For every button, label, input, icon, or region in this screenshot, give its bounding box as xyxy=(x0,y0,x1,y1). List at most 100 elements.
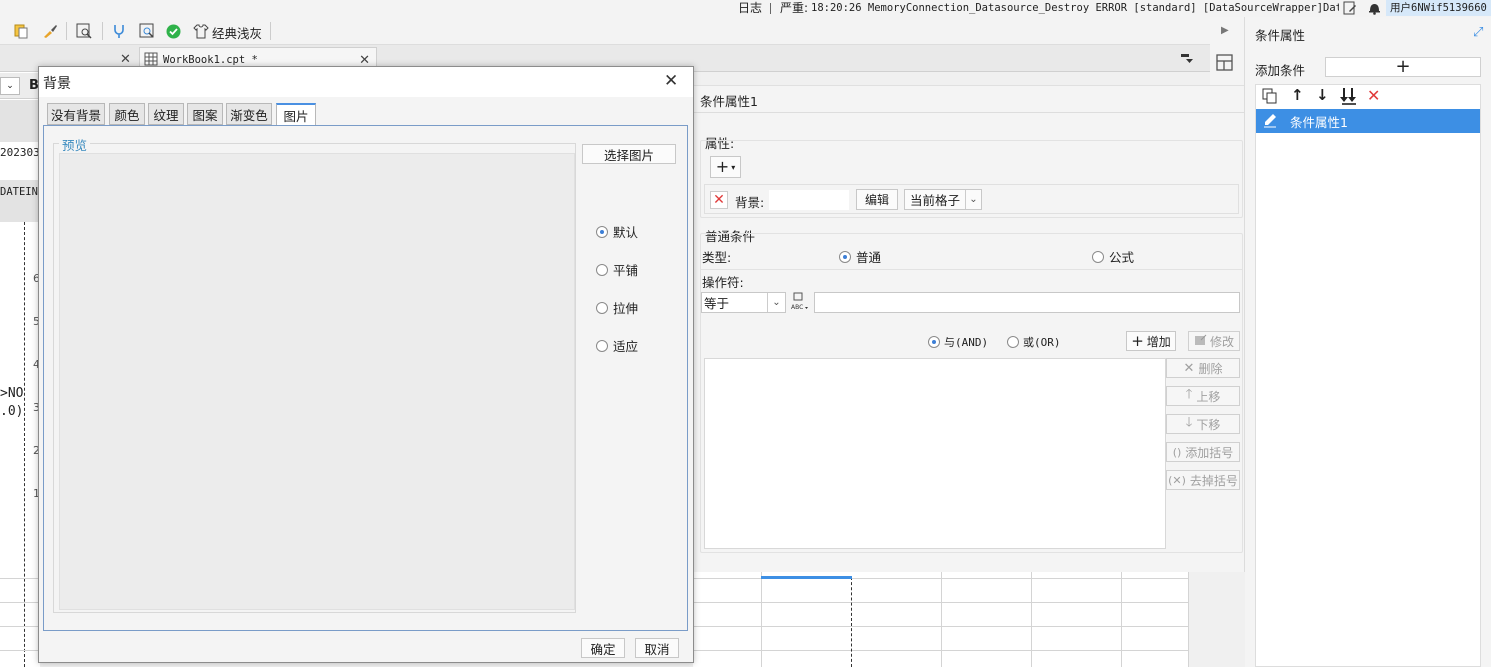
background-swatch xyxy=(769,190,849,210)
dialog-titlebar xyxy=(39,67,693,97)
edit-background-button[interactable]: 编辑 xyxy=(856,189,898,210)
log-link[interactable]: 日志 xyxy=(738,0,762,16)
radio-button xyxy=(596,225,608,238)
delete-icon[interactable]: ✕ xyxy=(1367,86,1380,105)
condition-item-selected[interactable]: 条件属性1 xyxy=(1256,109,1480,133)
tab-texture[interactable]: 纹理 xyxy=(148,103,184,125)
layout-option-default[interactable]: 默认 xyxy=(596,222,638,241)
paste-icon[interactable] xyxy=(14,23,28,39)
delete-condition-button[interactable]: ✕ 删除 xyxy=(1166,358,1240,378)
layout-option-tile[interactable]: 平铺 xyxy=(596,260,638,279)
dialog-close-icon[interactable]: ✕ xyxy=(664,71,678,91)
radio-button xyxy=(928,336,940,348)
add-condition-button[interactable]: + 增加 xyxy=(1126,331,1176,351)
move-bottom-icon[interactable] xyxy=(1340,87,1358,105)
operator-value-input[interactable] xyxy=(814,292,1240,313)
modify-condition-button[interactable]: 修改 xyxy=(1188,331,1240,351)
user-account[interactable]: 用户6NWif5139660 xyxy=(1386,0,1491,16)
sheet-cell[interactable]: DATEIN xyxy=(0,186,38,198)
type-radio-normal[interactable]: 普通 xyxy=(839,247,881,266)
condition-header: 条件属性1 xyxy=(700,94,758,109)
arrow-down-icon[interactable]: ↓ xyxy=(1316,86,1329,104)
bell-icon[interactable] xyxy=(1368,1,1381,15)
add-attribute-button[interactable]: + ▾ xyxy=(710,156,741,178)
sheet-gridline xyxy=(941,572,942,667)
condition-list-panel xyxy=(1255,84,1481,667)
or-radio[interactable]: 或(OR) xyxy=(1007,334,1061,350)
layout-option-label: 默认 xyxy=(613,225,639,240)
toolbar-separator xyxy=(270,22,271,40)
scope-select[interactable]: 当前格子 ⌄ xyxy=(904,189,982,210)
preview-icon[interactable] xyxy=(76,23,92,39)
shirt-icon xyxy=(193,23,209,42)
status-severity: 严重: xyxy=(780,1,809,15)
condition-list[interactable] xyxy=(704,358,1166,549)
scope-select-value: 当前格子 xyxy=(910,193,961,208)
add-condition-plus-button[interactable]: + xyxy=(1325,57,1481,77)
layout-option-fit[interactable]: 适应 xyxy=(596,336,638,355)
search-data-icon[interactable] xyxy=(139,23,155,39)
sheet-gridline xyxy=(761,572,762,667)
type-divider xyxy=(700,269,1243,270)
sheet-cell[interactable]: >NO xyxy=(0,386,23,401)
sheet-header-band xyxy=(0,100,40,142)
layout-option-stretch[interactable]: 拉伸 xyxy=(596,298,638,317)
arrow-up-icon: 🡑 xyxy=(1185,387,1193,402)
plugin-icon[interactable] xyxy=(111,23,127,39)
copy-icon[interactable] xyxy=(1262,88,1278,104)
cancel-button[interactable]: 取消 xyxy=(635,638,679,658)
and-label: 与(AND) xyxy=(944,336,989,349)
operator-value: 等于 xyxy=(704,296,730,311)
collapse-arrow-icon[interactable]: ▶ xyxy=(1221,25,1229,36)
remove-bracket-label: 去掉括号 xyxy=(1189,473,1238,488)
move-up-button[interactable]: 🡑 上移 xyxy=(1166,386,1240,406)
tab-no-background[interactable]: 没有背景 xyxy=(47,103,105,125)
type-radio-formula[interactable]: 公式 xyxy=(1092,247,1134,266)
bracket-icon: () xyxy=(1172,445,1182,459)
operator-select[interactable]: 等于 ⌄ xyxy=(701,292,786,313)
font-dropdown[interactable]: ⌄ xyxy=(0,77,20,95)
sheet-header-band xyxy=(0,202,40,222)
remove-bracket-button[interactable]: (✕) 去掉括号 xyxy=(1166,470,1240,490)
radio-button xyxy=(1007,336,1019,348)
chevron-down-icon: ▾ xyxy=(731,162,736,172)
close-icon[interactable]: ✕ xyxy=(120,52,131,67)
add-label: 增加 xyxy=(1146,334,1171,349)
tab-menu-icon[interactable] xyxy=(1180,52,1194,66)
tab-image[interactable]: 图片 xyxy=(276,103,316,126)
move-down-button[interactable]: 🡓 下移 xyxy=(1166,414,1240,434)
expand-icon[interactable]: ⤢ xyxy=(1473,25,1483,40)
theme-label: 经典浅灰 xyxy=(212,25,263,41)
edit-document-icon[interactable] xyxy=(1343,1,1357,15)
sheet-gridline xyxy=(0,650,40,651)
operator-label: 操作符: xyxy=(702,275,744,290)
panel-layout-icon[interactable] xyxy=(1216,54,1234,72)
tab-color[interactable]: 颜色 xyxy=(109,103,145,125)
status-message[interactable]: 18:20:26 MemoryConnection_Datasource_Des… xyxy=(811,1,1339,16)
move-down-label: 下移 xyxy=(1196,417,1221,432)
remove-bracket-icon: (✕) xyxy=(1168,473,1186,487)
radio-button xyxy=(1092,250,1104,263)
add-bracket-button[interactable]: () 添加括号 xyxy=(1166,442,1240,462)
toolbar-separator xyxy=(102,22,103,40)
sheet-gridline xyxy=(1031,572,1032,667)
theme-button[interactable]: 经典浅灰 xyxy=(193,23,262,41)
and-radio[interactable]: 与(AND) xyxy=(928,334,988,350)
arrow-up-icon[interactable]: ↑ xyxy=(1291,86,1304,104)
brush-icon[interactable] xyxy=(42,23,58,39)
text-type-icon[interactable]: ABC xyxy=(790,292,810,312)
tab-gradient[interactable]: 渐变色 xyxy=(226,103,272,125)
preview-label: 预览 xyxy=(59,135,91,154)
plus-icon: + xyxy=(1131,332,1144,350)
tab-pattern[interactable]: 图案 xyxy=(187,103,223,125)
select-image-button[interactable]: 选择图片 xyxy=(582,144,676,164)
ok-button[interactable]: 确定 xyxy=(581,638,625,658)
radio-button xyxy=(596,263,608,276)
sheet-cell[interactable]: .0) xyxy=(0,404,23,419)
sheet-cell[interactable]: 202303 xyxy=(0,146,40,159)
sheet-gridline xyxy=(1188,572,1189,667)
check-circle-icon[interactable] xyxy=(166,24,181,39)
remove-attribute-icon[interactable]: ✕ xyxy=(710,191,728,209)
close-icon: ✕ xyxy=(1183,360,1195,376)
svg-text:ABC: ABC xyxy=(791,304,803,311)
